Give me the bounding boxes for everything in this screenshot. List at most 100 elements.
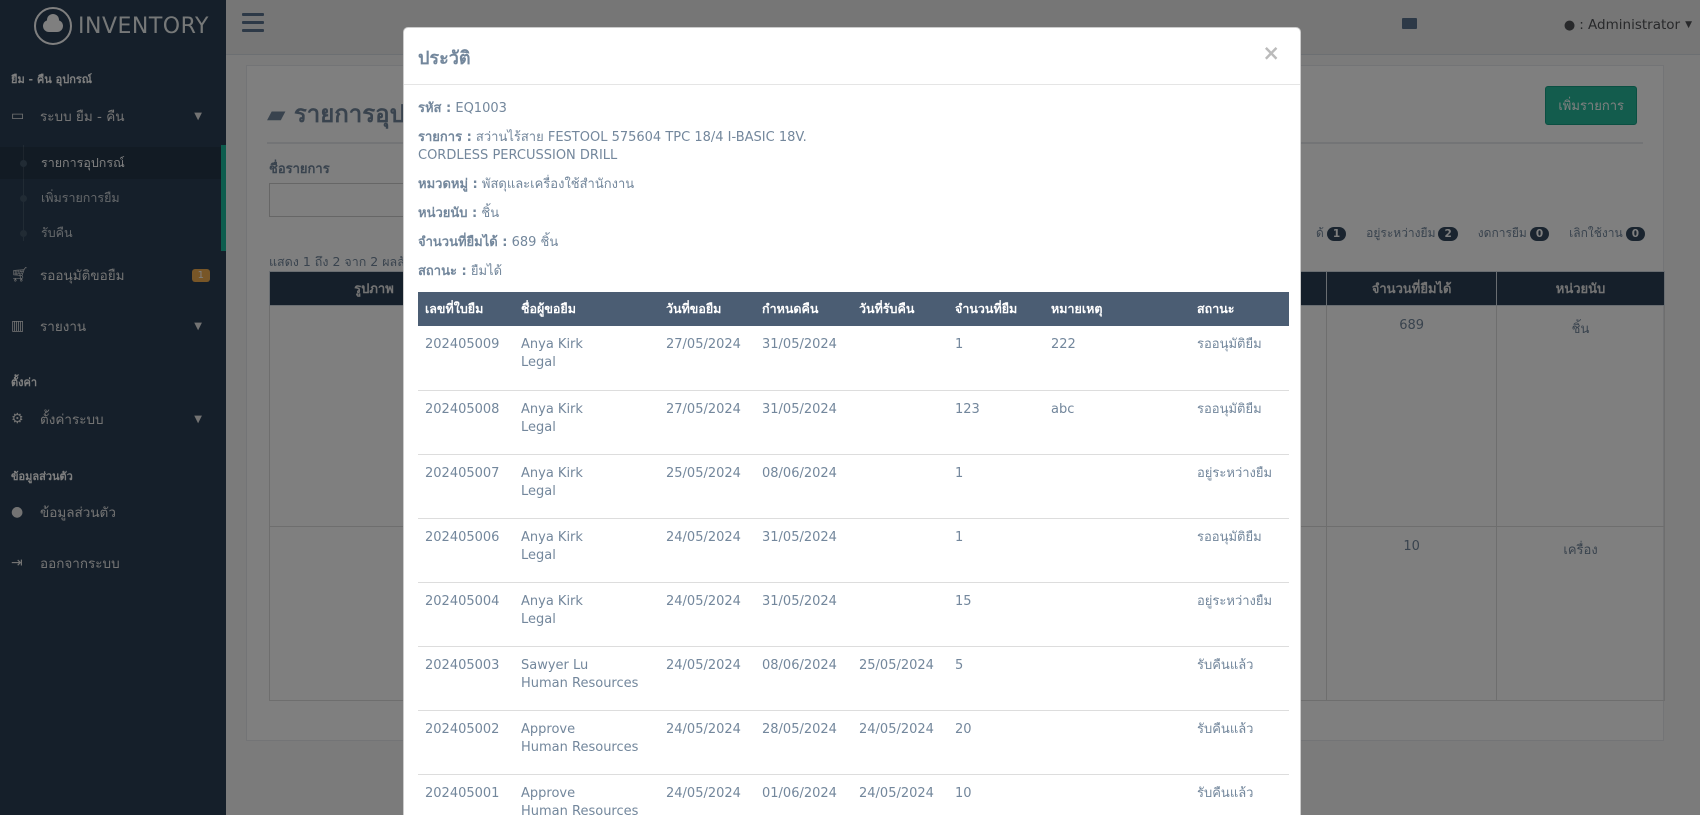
cell-status: รออนุมัติยืม [1190, 326, 1289, 391]
borrower-department: Legal [521, 611, 556, 627]
cell-request-date: 24/05/2024 [659, 646, 755, 711]
cell-borrow-no: 202405003 [418, 646, 514, 711]
cell-status: รับคืนแล้ว [1190, 710, 1289, 775]
cell-quantity: 20 [948, 710, 1044, 775]
info-category: หมวดหมู่ : พัสดุและเครื่องใช้สำนักงาน [418, 176, 1286, 194]
borrower-department: Legal [521, 419, 556, 435]
cell-borrow-no: 202405007 [418, 454, 514, 519]
cell-return-date: 24/05/2024 [852, 710, 948, 775]
cell-note [1044, 710, 1190, 775]
unit-value: ชิ้น [481, 206, 500, 221]
table-row: 202405007 Anya Kirk Legal 25/05/2024 08/06/2… [418, 454, 1289, 519]
cell-status: รออนุมัติยืม [1190, 518, 1289, 583]
table-row: 202405002 Approve Human Resources 24/05/202… [418, 710, 1289, 775]
cell-due-date: 08/06/2024 [755, 646, 852, 711]
info-unit: หน่วยนับ : ชิ้น [418, 205, 1286, 223]
cell-borrower: Anya Kirk Legal [514, 582, 659, 647]
col-note: หมายเหตุ [1044, 292, 1190, 326]
table-row: 202405003 Sawyer Lu Human Resources 24/05/2… [418, 646, 1289, 711]
borrower-name: Sawyer Lu [521, 657, 589, 673]
cell-request-date: 24/05/2024 [659, 582, 755, 647]
table-row: 202405001 Approve Human Resources 24/05/202… [418, 774, 1289, 815]
available-label: จำนวนที่ยืมได้ : [418, 235, 508, 250]
borrower-department: Human Resources [521, 675, 639, 691]
cell-note: 222 [1044, 326, 1190, 391]
cell-borrower: Sawyer Lu Human Resources [514, 646, 659, 711]
available-value: 689 ชิ้น [511, 235, 559, 250]
info-code: รหัส : EQ1003 [418, 100, 1286, 118]
cell-quantity: 123 [948, 390, 1044, 455]
modal-header: ประวัติ × [404, 28, 1300, 85]
cell-due-date: 28/05/2024 [755, 710, 852, 775]
cell-borrow-no: 202405008 [418, 390, 514, 455]
cell-borrower: Anya Kirk Legal [514, 326, 659, 391]
cell-request-date: 25/05/2024 [659, 454, 755, 519]
cell-return-date [852, 390, 948, 455]
cell-return-date [852, 326, 948, 391]
table-row: 202405006 Anya Kirk Legal 24/05/2024 31/05/2… [418, 518, 1289, 583]
cell-note [1044, 774, 1190, 815]
cell-request-date: 24/05/2024 [659, 774, 755, 815]
cell-borrow-no: 202405006 [418, 518, 514, 583]
col-status: สถานะ [1190, 292, 1289, 326]
cell-status: รับคืนแล้ว [1190, 774, 1289, 815]
history-table-body: 202405009 Anya Kirk Legal 27/05/2024 31/05/2… [418, 326, 1289, 815]
info-item: รายการ : สว่านไร้สาย FESTOOL 575604 TPC … [418, 129, 1286, 165]
cell-note [1044, 582, 1190, 647]
cell-due-date: 01/06/2024 [755, 774, 852, 815]
cell-quantity: 5 [948, 646, 1044, 711]
cell-return-date [852, 582, 948, 647]
cell-return-date: 24/05/2024 [852, 774, 948, 815]
category-value: พัสดุและเครื่องใช้สำนักงาน [481, 177, 635, 192]
borrower-name: Anya Kirk [521, 529, 583, 545]
item-value-line2: CORDLESS PERCUSSION DRILL [418, 148, 618, 163]
cell-note: abc [1044, 390, 1190, 455]
cell-quantity: 15 [948, 582, 1044, 647]
borrower-name: Anya Kirk [521, 465, 583, 481]
cell-request-date: 27/05/2024 [659, 326, 755, 391]
cell-return-date [852, 454, 948, 519]
cell-note [1044, 518, 1190, 583]
col-return-date: วันที่รับคืน [852, 292, 948, 326]
close-icon[interactable]: × [1262, 41, 1280, 65]
status-value: ยืมได้ [470, 264, 503, 279]
col-due-date: กำหนดคืน [755, 292, 852, 326]
cell-borrow-no: 202405002 [418, 710, 514, 775]
info-available: จำนวนที่ยืมได้ : 689 ชิ้น [418, 234, 1286, 252]
table-row: 202405004 Anya Kirk Legal 24/05/2024 31/05/2… [418, 582, 1289, 647]
cell-status: อยู่ระหว่างยืม [1190, 454, 1289, 519]
cell-quantity: 10 [948, 774, 1044, 815]
cell-note [1044, 646, 1190, 711]
borrower-name: Anya Kirk [521, 337, 583, 352]
modal-title: ประวัติ [418, 48, 471, 69]
borrower-name: Approve [521, 785, 576, 801]
cell-due-date: 31/05/2024 [755, 326, 852, 391]
borrower-name: Anya Kirk [521, 401, 583, 417]
col-quantity: จำนวนที่ยืม [948, 292, 1044, 326]
borrower-name: Approve [521, 721, 576, 737]
code-label: รหัส : [418, 101, 452, 116]
cell-borrower: Anya Kirk Legal [514, 454, 659, 519]
cell-return-date: 25/05/2024 [852, 646, 948, 711]
borrower-department: Human Resources [521, 803, 639, 815]
col-borrower: ชื่อผู้ขอยืม [514, 292, 659, 326]
cell-borrower: Approve Human Resources [514, 774, 659, 815]
col-request-date: วันที่ขอยืม [659, 292, 755, 326]
cell-status: รับคืนแล้ว [1190, 646, 1289, 711]
col-borrow-no: เลขที่ใบยืม [418, 292, 514, 326]
history-table: เลขที่ใบยืม ชื่อผู้ขอยืม วันที่ขอยืม กำห… [418, 292, 1289, 815]
status-label: สถานะ : [418, 264, 467, 279]
cell-borrow-no: 202405001 [418, 774, 514, 815]
history-modal: ประวัติ × รหัส : EQ1003 รายการ : สว่านไร… [403, 27, 1301, 815]
cell-due-date: 31/05/2024 [755, 390, 852, 455]
cell-quantity: 1 [948, 454, 1044, 519]
cell-borrower: Approve Human Resources [514, 710, 659, 775]
cell-note [1044, 454, 1190, 519]
item-value-line1: สว่านไร้สาย FESTOOL 575604 TPC 18/4 I-BA… [475, 130, 807, 145]
cell-due-date: 31/05/2024 [755, 582, 852, 647]
info-status: สถานะ : ยืมได้ [418, 263, 1286, 281]
cell-due-date: 08/06/2024 [755, 454, 852, 519]
cell-request-date: 24/05/2024 [659, 518, 755, 583]
cell-borrow-no: 202405009 [418, 326, 514, 391]
cell-return-date [852, 518, 948, 583]
